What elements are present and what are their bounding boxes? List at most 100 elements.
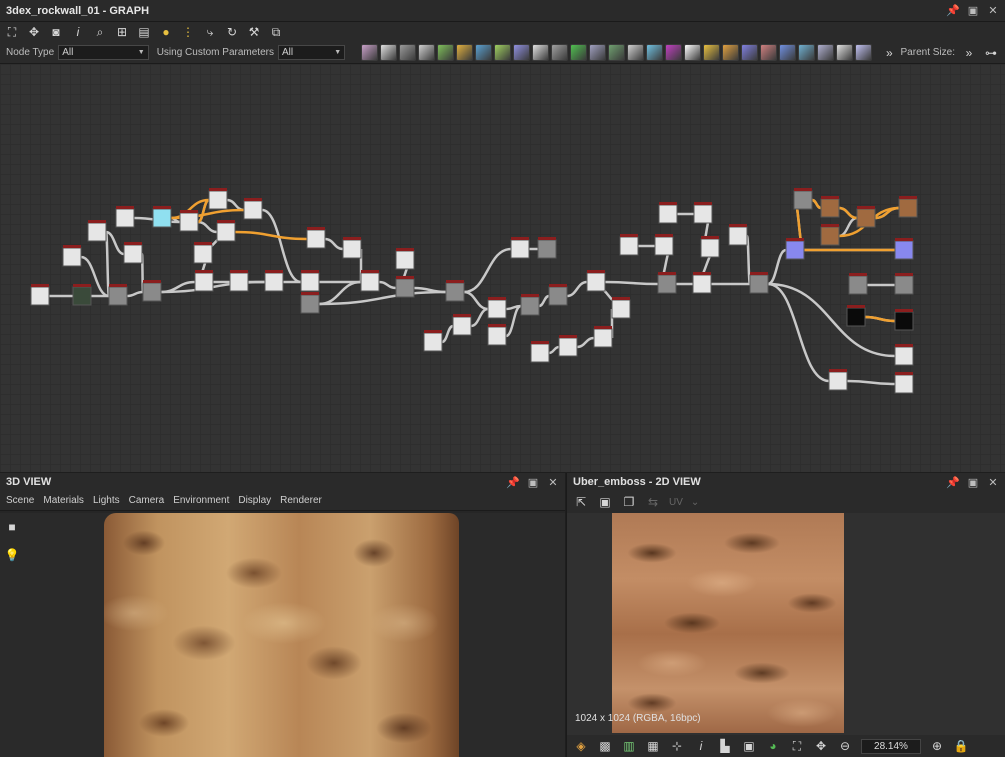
atomic-node-button[interactable] [836,44,854,61]
graph-node[interactable] [445,280,465,302]
menu-renderer[interactable]: Renderer [280,495,322,506]
graph-node[interactable] [898,196,918,218]
atomic-node-button[interactable] [418,44,436,61]
pin-icon[interactable]: 📌 [506,476,520,489]
info-icon[interactable]: i [70,24,86,40]
graph-node[interactable] [142,280,162,302]
zoom-in-icon[interactable]: ⊕ [929,738,945,754]
graph-node[interactable] [216,220,236,242]
graph-node[interactable] [229,270,249,292]
menu-materials[interactable]: Materials [43,495,84,506]
export-icon[interactable]: ⇱ [573,494,589,510]
graph-node[interactable] [360,270,380,292]
maximize-icon[interactable]: ▣ [527,476,539,489]
graph-node[interactable] [894,273,914,295]
atomic-node-button[interactable] [437,44,455,61]
graph-node[interactable] [179,210,199,232]
atomic-node-button[interactable] [380,44,398,61]
atomic-node-button[interactable] [361,44,379,61]
atomic-node-button[interactable] [475,44,493,61]
uv-toggle-icon[interactable]: ⇆ [645,494,661,510]
pin-icon[interactable]: 📌 [946,476,960,489]
graph-node[interactable] [487,324,507,346]
graph-node[interactable] [749,272,769,294]
graph-node[interactable] [820,196,840,218]
atomic-node-button[interactable] [646,44,664,61]
close-icon[interactable]: ✕ [987,5,999,17]
graph-node[interactable] [452,314,472,336]
atomic-node-button[interactable] [741,44,759,61]
search-icon[interactable]: ⌕ [92,24,108,40]
view2d-viewport[interactable]: 1024 x 1024 (RGBA, 16bpc) [567,513,1005,735]
checker-icon[interactable]: ▩ [597,738,613,754]
grid-icon[interactable]: ▦ [645,738,661,754]
connect-icon[interactable]: ⤷ [202,24,218,40]
uv-label[interactable]: UV [669,497,683,508]
graph-node[interactable] [856,206,876,228]
layers-icon[interactable]: ◈ [573,738,589,754]
graph-node[interactable] [657,272,677,294]
atomic-node-button[interactable] [627,44,645,61]
graph-node[interactable] [894,372,914,394]
graph-node[interactable] [306,227,326,249]
save-icon[interactable]: ▣ [597,494,613,510]
close-icon[interactable]: ✕ [987,476,999,489]
atomic-node-button[interactable] [494,44,512,61]
image-icon[interactable]: ▣ [741,738,757,754]
menu-lights[interactable]: Lights [93,495,120,506]
graph-node[interactable] [243,198,263,220]
graph-node[interactable] [548,284,568,306]
light-bulb-icon[interactable]: 💡 [4,547,20,563]
atomic-node-button[interactable] [722,44,740,61]
atomic-node-button[interactable] [399,44,417,61]
graph-node[interactable] [654,234,674,256]
graph-node[interactable] [700,236,720,258]
fit-icon[interactable]: ⛶ [789,738,805,754]
lock-icon[interactable]: 🔒 [953,738,969,754]
atomic-node-button[interactable] [817,44,835,61]
video-camera-icon[interactable]: ■ [4,519,20,535]
node-type-select[interactable]: All ▼ [58,45,149,60]
graph-node[interactable] [300,270,320,292]
graph-node[interactable] [828,369,848,391]
graph-node[interactable] [658,202,678,224]
graph-node[interactable] [62,245,82,267]
pin-icon[interactable]: 📌 [946,5,960,17]
frame-all-icon[interactable]: ⛶ [4,24,20,40]
graph-node[interactable] [194,270,214,292]
graph-node[interactable] [72,284,92,306]
atomic-node-button[interactable] [551,44,569,61]
params-select[interactable]: All ▼ [277,45,346,60]
atomic-node-button[interactable] [570,44,588,61]
graph-node[interactable] [520,294,540,316]
link-icon[interactable]: ⊶ [983,45,999,61]
graph-node[interactable] [894,238,914,260]
graph-node[interactable] [152,206,172,228]
atomic-node-button[interactable] [684,44,702,61]
graph-node[interactable] [395,248,415,270]
graph-node[interactable] [264,270,284,292]
atomic-node-button[interactable] [456,44,474,61]
atomic-node-button[interactable] [513,44,531,61]
refresh-icon[interactable]: ↻ [224,24,240,40]
graph-node[interactable] [894,344,914,366]
graph-node[interactable] [300,292,320,314]
graph-node[interactable] [30,284,50,306]
graph-node[interactable] [619,234,639,256]
histogram-icon[interactable]: ▙ [717,738,733,754]
graph-node[interactable] [108,284,128,306]
atomic-node-button[interactable] [532,44,550,61]
atomic-node-button[interactable] [608,44,626,61]
menu-scene[interactable]: Scene [6,495,34,506]
maximize-icon[interactable]: ▣ [967,476,979,489]
graph-node[interactable] [115,206,135,228]
atomic-node-button[interactable] [589,44,607,61]
more-icon[interactable]: » [961,45,977,61]
graph-node[interactable] [558,335,578,357]
graph-node[interactable] [611,297,631,319]
atomic-node-button[interactable] [703,44,721,61]
channels-icon[interactable]: ▥ [621,738,637,754]
info-icon[interactable]: i [693,738,709,754]
page-icon[interactable]: ▤ [136,24,152,40]
menu-camera[interactable]: Camera [129,495,165,506]
